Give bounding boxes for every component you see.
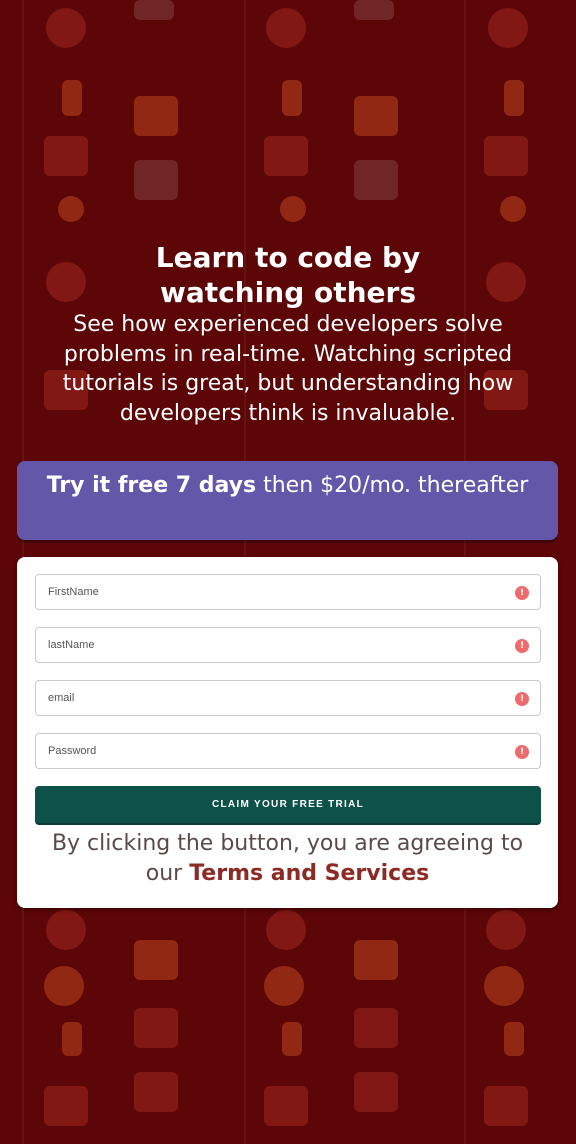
claim-free-trial-button[interactable]: CLAIM YOUR FREE TRIAL (35, 786, 541, 823)
email-input[interactable] (36, 681, 540, 715)
alert-icon: ! (515, 745, 529, 759)
offer-bold-text: Try it free 7 days (46, 473, 257, 498)
terms-text: By clicking the button, you are agreeing… (51, 831, 524, 856)
signup-form: ! ! ! ! CLAIM YOUR FREE TRIAL By clickin… (17, 557, 558, 908)
first-name-field[interactable]: ! (35, 574, 541, 610)
first-name-input[interactable] (36, 575, 540, 609)
terms-and-services-link[interactable]: Terms and Services (189, 861, 429, 886)
password-input[interactable] (36, 734, 540, 768)
alert-icon: ! (515, 586, 529, 600)
alert-icon: ! (515, 639, 529, 653)
hero-title: Learn to code by watching others (155, 241, 421, 309)
password-field[interactable]: ! (35, 733, 541, 769)
offer-price-text: then $20/mo. thereafter (256, 473, 529, 498)
email-field[interactable]: ! (35, 680, 541, 716)
hero-subtitle: See how experienced developers solve pro… (62, 312, 514, 426)
last-name-field[interactable]: ! (35, 627, 541, 663)
hero-section: Learn to code by watching others See how… (0, 240, 576, 428)
last-name-input[interactable] (36, 628, 540, 662)
terms-notice: By clicking the button, you are agreeing… (17, 829, 558, 889)
terms-prefix: our (145, 861, 183, 886)
free-trial-offer-banner: Try it free 7 days then $20/mo. thereaft… (17, 461, 558, 540)
terms-line-2: our Terms and Services (17, 859, 558, 889)
alert-icon: ! (515, 692, 529, 706)
